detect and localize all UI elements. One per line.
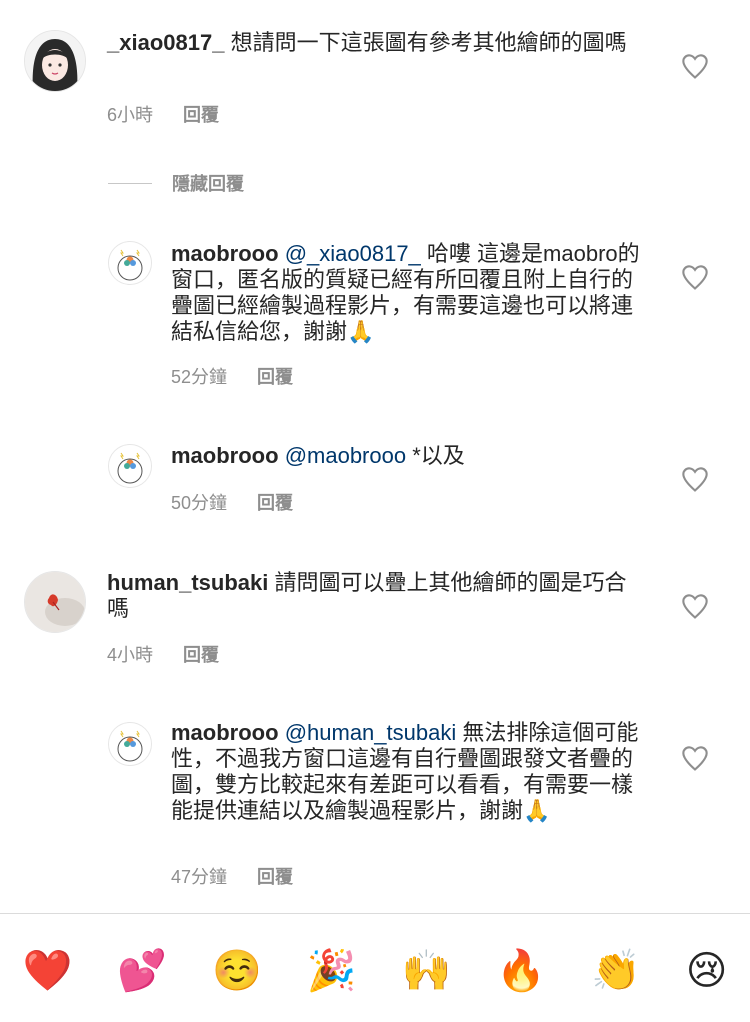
comment-body: 想請問一下這張圖有參考其他繪師的圖嗎 [230,30,627,55]
comment-username[interactable]: maobrooo [171,443,279,468]
hide-replies-label[interactable]: 隱藏回覆 [172,170,244,196]
red-heart-emoji-button[interactable]: ❤️ [22,947,72,995]
comment-mention[interactable]: @_xiao0817_ [285,241,421,266]
emoji-bar-divider [0,913,750,914]
hide-replies-line [108,182,152,184]
like-heart-icon[interactable] [681,53,709,81]
avatar[interactable] [108,722,152,766]
avatar[interactable] [108,241,152,285]
comment-text: maobrooo @maobrooo *以及 [171,443,641,469]
comment-meta: 6小時 回覆 [107,101,219,127]
like-heart-icon[interactable] [681,264,709,292]
raising-hands-emoji-button[interactable]: 🙌 [401,947,451,995]
comment-meta: 50分鐘 回覆 [171,489,293,515]
like-heart-icon[interactable] [681,745,709,773]
reply-button[interactable]: 回覆 [183,645,219,665]
comment-time: 52分鐘 [171,367,228,387]
reply-button[interactable]: 回覆 [257,367,293,387]
two-hearts-emoji-button[interactable]: 💕 [117,947,167,995]
comment-meta: 4小時 回覆 [107,641,219,667]
fire-emoji-button[interactable]: 🔥 [496,947,546,995]
comment-username[interactable]: _xiao0817_ [107,30,224,55]
comment-username[interactable]: maobrooo [171,241,279,266]
reply-button[interactable]: 回覆 [257,867,293,887]
hide-replies-row[interactable]: 隱藏回覆 [108,170,244,196]
comment-meta: 47分鐘 回覆 [171,863,293,889]
comment-meta: 52分鐘 回覆 [171,363,293,389]
smiling-face-emoji-button[interactable]: ☺️ [212,947,262,995]
like-heart-icon[interactable] [681,466,709,494]
comment-username[interactable]: maobrooo [171,720,279,745]
emoji-quick-reply-bar: ❤️ 💕 ☺️ 🎉 🙌 🔥 👏 😢 [0,936,750,1006]
comment-text: maobrooo @_xiao0817_ 哈嘍 這邊是maobro的窗口，匿名版… [171,241,641,345]
avatar[interactable] [108,444,152,488]
party-popper-emoji-button[interactable]: 🎉 [307,947,357,995]
comment-mention[interactable]: @maobrooo [285,443,406,468]
comment-text: human_tsubaki 請問圖可以疊上其他繪師的圖是巧合嗎 [107,570,647,622]
avatar[interactable] [24,30,86,92]
reply-button[interactable]: 回覆 [257,493,293,513]
comment-username[interactable]: human_tsubaki [107,570,268,595]
comment-time: 50分鐘 [171,493,228,513]
clapping-hands-emoji-button[interactable]: 👏 [591,947,641,995]
comment-time: 6小時 [107,105,154,125]
comment-time: 4小時 [107,645,154,665]
comment-body: *以及 [412,443,465,468]
comment-mention[interactable]: @human_tsubaki [285,720,457,745]
comment-text: maobrooo @human_tsubaki 無法排除這個可能性，不過我方窗口… [171,720,641,824]
crying-face-emoji-button[interactable]: 😢 [686,947,728,995]
reply-button[interactable]: 回覆 [183,105,219,125]
like-heart-icon[interactable] [681,593,709,621]
comment-text: _xiao0817_ 想請問一下這張圖有參考其他繪師的圖嗎 [107,30,647,56]
comment-time: 47分鐘 [171,867,228,887]
avatar[interactable] [24,571,86,633]
